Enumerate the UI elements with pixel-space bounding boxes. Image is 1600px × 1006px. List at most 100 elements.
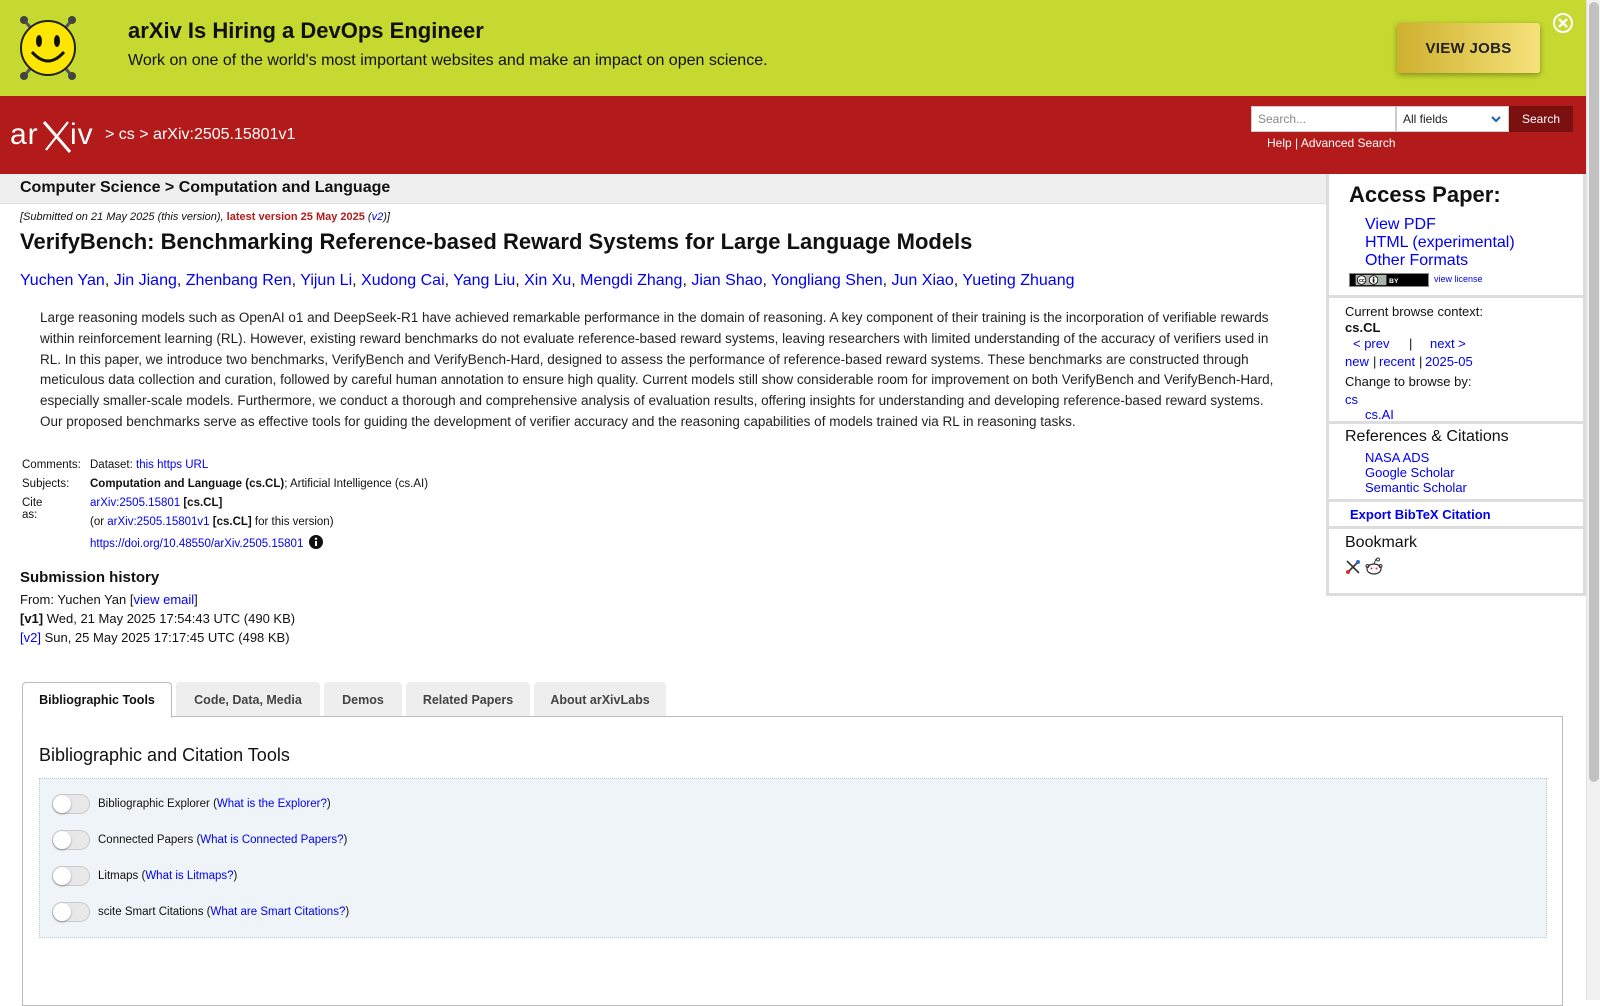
bibsonomy-icon[interactable] <box>1345 559 1361 575</box>
author-link[interactable]: Xudong Cai <box>361 272 445 289</box>
tab-code-data-media[interactable]: Code, Data, Media <box>176 682 320 718</box>
submitted-open: ( <box>364 211 372 223</box>
view-license-link[interactable]: view license <box>1434 274 1483 284</box>
search-field-select[interactable]: All fields <box>1396 106 1509 132</box>
author-link[interactable]: Yuchen Yan <box>20 272 105 289</box>
tool-name: Bibliographic Explorer <box>98 798 210 810</box>
author-link[interactable]: Yang Liu <box>453 272 515 289</box>
comments-text: Dataset: <box>90 459 137 471</box>
new-link[interactable]: new <box>1345 354 1369 369</box>
cite2-tag: [cs.CL] <box>209 516 252 528</box>
latest-version-note: latest version 25 May 2025 <box>226 211 365 223</box>
cite2-prefix: (or <box>90 516 108 528</box>
svg-text:BY: BY <box>1389 278 1399 285</box>
browse-by-label: Change to browse by: <box>1345 374 1472 389</box>
search-button[interactable]: Search <box>1509 106 1573 132</box>
v2-link[interactable]: v2 <box>372 211 384 223</box>
author-link[interactable]: Jun Xiao <box>892 272 954 289</box>
page-scrollbar[interactable] <box>1586 0 1600 1000</box>
svg-text:iv: iv <box>70 118 94 151</box>
cite-label: Cite as: <box>22 497 43 521</box>
subject-bar: Computer Science > Computation and Langu… <box>0 174 1326 204</box>
abstract: Large reasoning models such as OpenAI o1… <box>40 310 1274 429</box>
tool-info-link[interactable]: What is Litmaps? <box>145 870 233 882</box>
hiring-banner: arXiv Is Hiring a DevOps Engineer Work o… <box>0 0 1586 96</box>
tab-bibliographic-tools[interactable]: Bibliographic Tools <box>22 682 172 718</box>
cite-id-link[interactable]: arXiv:2505.15801 <box>90 497 180 509</box>
info-icon[interactable] <box>309 535 324 549</box>
semantic-scholar-link[interactable]: Semantic Scholar <box>1365 480 1467 495</box>
author-link[interactable]: Mengdi Zhang <box>580 272 682 289</box>
history-from-close: ] <box>194 592 198 607</box>
smiley-icon <box>20 16 76 80</box>
prev-link[interactable]: < prev <box>1353 336 1390 351</box>
tab-about-arxivlabs[interactable]: About arXivLabs <box>534 682 666 718</box>
author-link[interactable]: Jin Jiang <box>114 272 177 289</box>
nasa-ads-link[interactable]: NASA ADS <box>1365 450 1429 465</box>
view-email-link[interactable]: view email <box>133 592 194 607</box>
tool-list: Bibliographic Explorer (What is the Expl… <box>39 778 1547 938</box>
scrollbar-thumb[interactable] <box>1589 2 1599 782</box>
history-from: From: Yuchen Yan [ <box>20 592 134 607</box>
doi-link[interactable]: https://doi.org/10.48550/arXiv.2505.1580… <box>90 538 303 550</box>
recent-link[interactable]: recent <box>1379 354 1415 369</box>
html-experimental-link[interactable]: HTML (experimental) <box>1365 234 1515 252</box>
cite-tag: [cs.CL] <box>180 497 223 509</box>
google-scholar-link[interactable]: Google Scholar <box>1365 465 1455 480</box>
paper-sidebar: Access Paper: View PDF HTML (experimenta… <box>1326 174 1586 596</box>
view-pdf-link[interactable]: View PDF <box>1365 216 1436 234</box>
month-link[interactable]: 2025-05 <box>1425 354 1473 369</box>
connected-papers-toggle[interactable] <box>52 830 90 850</box>
browse-csai-link[interactable]: cs.AI <box>1365 407 1394 422</box>
reddit-icon[interactable] <box>1364 557 1384 577</box>
litmaps-toggle[interactable] <box>52 866 90 886</box>
author-link[interactable]: Xin Xu <box>524 272 571 289</box>
tool-info-link[interactable]: What are Smart Citations? <box>210 906 345 918</box>
v1-label: [v1] <box>20 611 44 626</box>
help-link[interactable]: Help <box>1267 136 1292 150</box>
bookmark-title: Bookmark <box>1345 534 1418 551</box>
labs-panel-title: Bibliographic and Citation Tools <box>39 745 290 765</box>
author-link[interactable]: Yueting Zhuang <box>962 272 1074 289</box>
tab-demos[interactable]: Demos <box>324 682 402 718</box>
other-formats-link[interactable]: Other Formats <box>1365 252 1468 270</box>
author-link[interactable]: Jian Shao <box>691 272 762 289</box>
tab-related-papers[interactable]: Related Papers <box>406 682 530 718</box>
paper-title: VerifyBench: Benchmarking Reference-base… <box>20 229 973 254</box>
bibtex-section: Export BibTeX Citation <box>1329 502 1583 529</box>
arxiv-logo[interactable]: ar iv <box>10 116 102 156</box>
author-link[interactable]: Zhenbang Ren <box>186 272 292 289</box>
site-header: ar iv > cs > arXiv:2505.15801v1 All fiel… <box>0 96 1586 174</box>
help-sep: | <box>1295 136 1299 150</box>
author-link[interactable]: Yijun Li <box>300 272 352 289</box>
close-icon[interactable] <box>1552 12 1574 34</box>
tool-row: Bibliographic Explorer (What is the Expl… <box>52 794 331 814</box>
tool-info-link[interactable]: What is Connected Papers? <box>200 834 343 846</box>
export-bibtex-link[interactable]: Export BibTeX Citation <box>1350 507 1491 522</box>
nav-sep: | <box>1373 354 1377 369</box>
tool-row: scite Smart Citations (What are Smart Ci… <box>52 902 349 922</box>
author-link[interactable]: Yongliang Shen <box>771 272 883 289</box>
search-input[interactable] <box>1251 106 1396 132</box>
view-jobs-button[interactable]: VIEW JOBS <box>1397 23 1540 73</box>
help-links: Help | Advanced Search <box>1267 136 1396 150</box>
browse-context-value: cs.CL <box>1345 320 1381 335</box>
references-section: References & Citations NASA ADS Google S… <box>1329 424 1583 502</box>
access-paper-section: Access Paper: View PDF HTML (experimenta… <box>1329 174 1583 298</box>
tool-row: Litmaps (What is Litmaps?) <box>52 866 237 886</box>
dataset-link[interactable]: this https URL <box>136 459 208 471</box>
browse-cs-link[interactable]: cs <box>1345 392 1358 407</box>
breadcrumb-cs[interactable]: cs <box>119 126 135 143</box>
v2-history-link[interactable]: [v2] <box>20 630 41 645</box>
cc-by-icon[interactable]: cc BY <box>1349 273 1429 287</box>
svg-text:ar: ar <box>10 118 39 151</box>
advanced-search-link[interactable]: Advanced Search <box>1301 136 1396 150</box>
cite-version-link[interactable]: arXiv:2505.15801v1 <box>107 516 209 528</box>
tool-info-link[interactable]: What is the Explorer? <box>217 798 327 810</box>
references-title: References & Citations <box>1345 428 1509 445</box>
scite-toggle[interactable] <box>52 902 90 922</box>
next-link[interactable]: next > <box>1430 336 1466 351</box>
access-paper-title: Access Paper: <box>1349 182 1501 207</box>
other-subjects: ; Artificial Intelligence (cs.AI) <box>284 478 429 490</box>
bibliographic-explorer-toggle[interactable] <box>52 794 90 814</box>
